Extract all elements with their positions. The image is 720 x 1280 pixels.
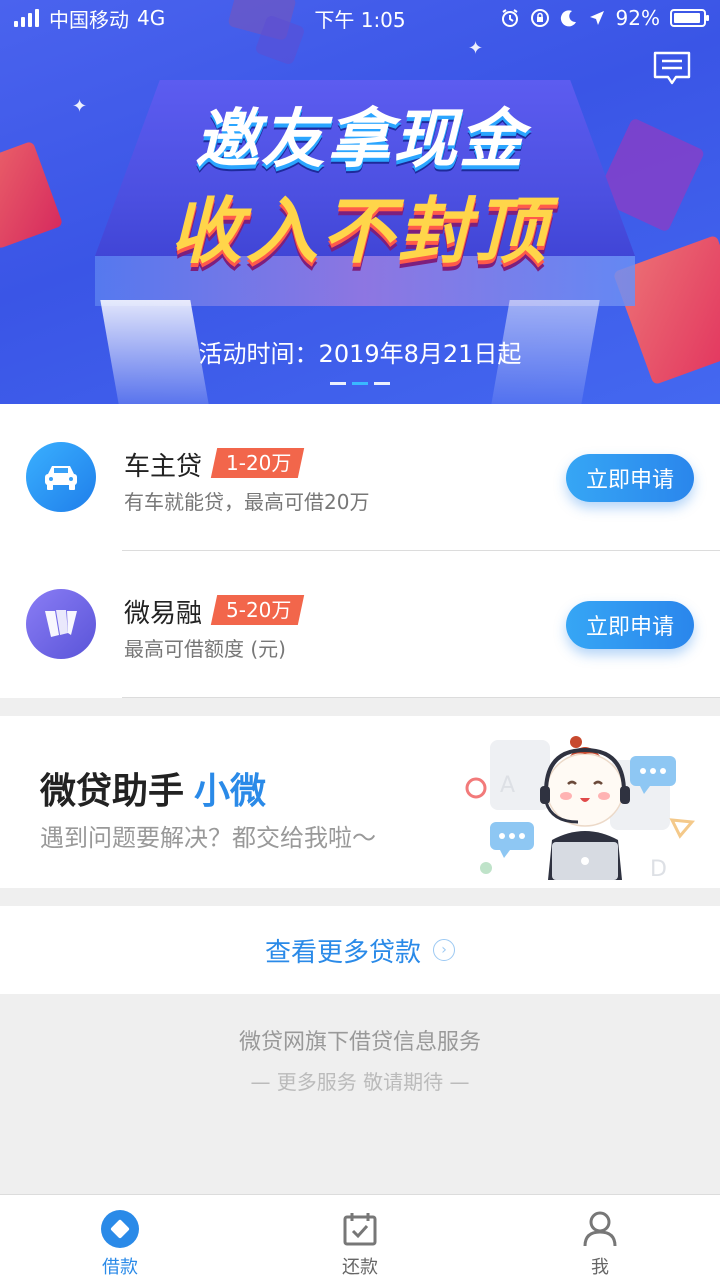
footer-info: 微贷网旗下借贷信息服务 — 更多服务 敬请期待 —: [0, 994, 720, 1194]
carousel-indicator: [330, 382, 390, 385]
borrow-icon: [100, 1209, 140, 1249]
loan-amount-tag: 1-20万: [210, 448, 305, 478]
tab-label: 还款: [342, 1257, 378, 1278]
status-bar: 中国移动 4G 下午 1:05 92%: [0, 0, 720, 36]
bottom-tab-bar: 借款 还款 我: [0, 1194, 720, 1280]
loan-amount-tag: 5-20万: [210, 595, 305, 625]
battery-percent: 92%: [615, 6, 660, 30]
assistant-name: 小微: [194, 771, 267, 812]
repay-calendar-icon: [340, 1209, 380, 1249]
loan-description: 最高可借额度 (元): [124, 637, 286, 661]
divider: [122, 697, 720, 698]
chevron-right-icon: ›: [433, 939, 455, 961]
location-arrow-icon: [589, 11, 604, 25]
apply-now-button[interactable]: 立即申请: [566, 601, 694, 649]
orientation-lock-icon: [530, 9, 549, 27]
battery-icon: [670, 9, 709, 27]
banner-title-line1: 邀友拿现金: [195, 103, 525, 177]
view-more-loans-link[interactable]: 查看更多贷款 ›: [0, 906, 720, 994]
banner-activity-time: 活动时间：2019年8月21日起: [198, 340, 522, 368]
loan-name: 车主贷: [124, 452, 203, 482]
tab-label: 借款: [102, 1257, 138, 1278]
apply-now-button[interactable]: 立即申请: [566, 454, 694, 502]
footer-coming-soon-text: — 更多服务 敬请期待 —: [250, 1070, 470, 1094]
moon-icon: [560, 10, 576, 27]
promo-banner[interactable]: ✦ ✦ 邀友拿现金 收入不封顶 活动时间：2019年8月21日起 中国移动 4G…: [0, 0, 720, 404]
carrier-name: 中国移动: [49, 7, 129, 32]
signal-icon: [14, 9, 39, 27]
profile-icon: [580, 1209, 620, 1249]
tab-repay[interactable]: 还款: [240, 1195, 480, 1280]
loan-item-chezhudai[interactable]: 车主贷 1-20万 有车就能贷，最高可借20万 立即申请: [0, 404, 720, 551]
loan-product-list: 车主贷 1-20万 有车就能贷，最高可借20万 立即申请 微易融 5-20万 最…: [0, 404, 720, 698]
assistant-title: 微贷助手 小微: [40, 771, 267, 812]
alarm-icon: [501, 9, 518, 27]
tab-borrow[interactable]: 借款: [0, 1195, 240, 1280]
status-time: 下午 1:05: [314, 7, 406, 32]
network-type: 4G: [137, 6, 166, 30]
car-icon: [26, 442, 96, 512]
tab-label: 我: [591, 1257, 609, 1278]
loan-name: 微易融: [124, 599, 203, 629]
loan-item-weiyirong[interactable]: 微易融 5-20万 最高可借额度 (元) 立即申请: [0, 551, 720, 698]
assistant-card[interactable]: 微贷助手 小微 遇到问题要解决？都交给我啦～ A D: [0, 716, 720, 888]
loan-description: 有车就能贷，最高可借20万: [124, 490, 370, 514]
carousel-dot: [330, 382, 346, 385]
banner-title-line2: 收入不封顶: [169, 189, 550, 273]
message-icon[interactable]: [652, 50, 692, 86]
svg-text:D: D: [650, 857, 667, 880]
sparkle-icon: ✦: [468, 38, 484, 59]
customer-service-mascot: A D: [465, 736, 696, 880]
tab-profile[interactable]: 我: [480, 1195, 720, 1280]
footer-service-text: 微贷网旗下借贷信息服务: [238, 1030, 481, 1055]
view-more-loans-label: 查看更多贷款: [264, 937, 421, 968]
assistant-subtitle: 遇到问题要解决？都交给我啦～: [40, 824, 376, 852]
svg-text:A: A: [500, 773, 515, 798]
weiyirong-logo-icon: [26, 589, 96, 659]
carousel-dot: [374, 382, 390, 385]
carousel-dot-active: [352, 382, 368, 385]
